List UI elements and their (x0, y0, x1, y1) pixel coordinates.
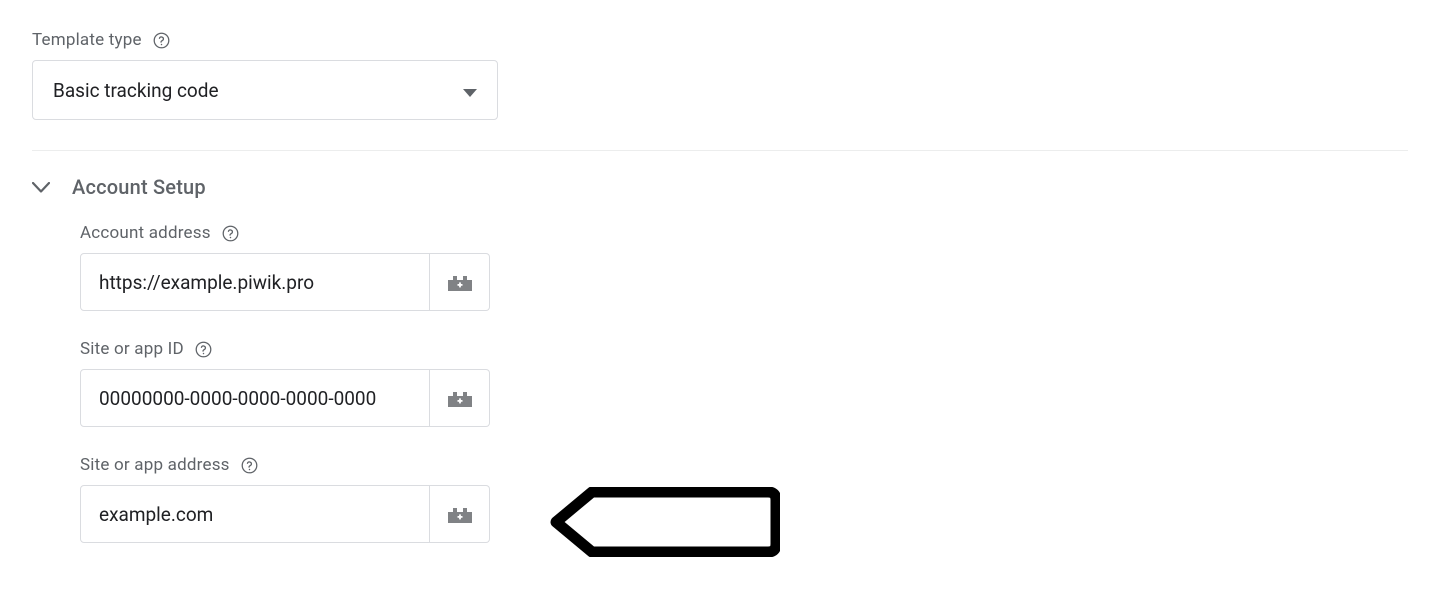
help-icon[interactable] (240, 456, 259, 475)
section-title: Account Setup (72, 175, 206, 199)
annotation-arrow-icon (550, 487, 780, 557)
account-address-label: Account address (80, 223, 211, 243)
insert-variable-button[interactable] (430, 485, 490, 543)
chevron-down-icon (32, 182, 50, 193)
caret-down-icon (463, 79, 477, 102)
insert-variable-button[interactable] (430, 253, 490, 311)
site-id-input[interactable] (80, 369, 430, 427)
template-type-value: Basic tracking code (53, 79, 219, 102)
site-id-label: Site or app ID (80, 339, 184, 359)
divider (32, 150, 1408, 151)
help-icon[interactable] (194, 340, 213, 359)
site-address-input[interactable] (80, 485, 430, 543)
help-icon[interactable] (221, 224, 240, 243)
template-type-select[interactable]: Basic tracking code (32, 60, 498, 120)
section-toggle-account-setup[interactable]: Account Setup (32, 175, 1408, 199)
site-address-label: Site or app address (80, 455, 230, 475)
insert-variable-button[interactable] (430, 369, 490, 427)
help-icon[interactable] (152, 31, 171, 50)
template-type-label: Template type (32, 30, 142, 50)
account-address-input[interactable] (80, 253, 430, 311)
